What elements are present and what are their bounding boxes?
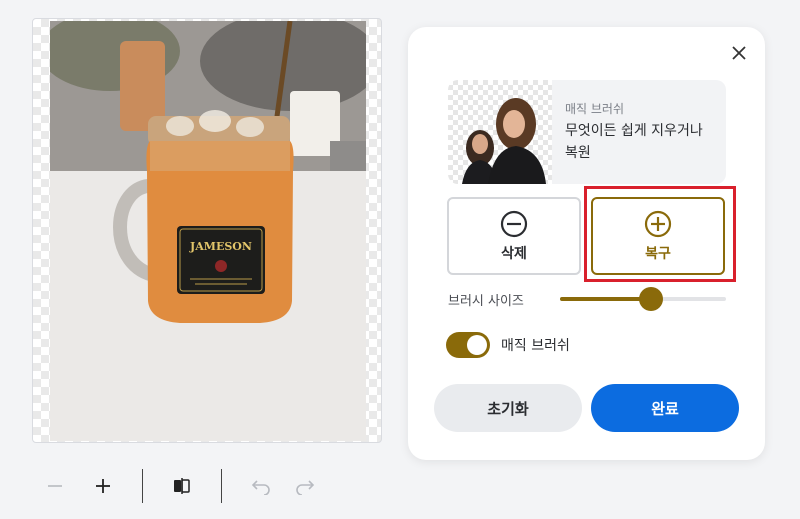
canvas-toolbar (36, 466, 376, 506)
image-canvas[interactable]: JAMESON (32, 18, 382, 443)
magic-brush-toggle-label: 매직 브러쉬 (501, 338, 570, 354)
magic-brush-toggle-row: 매직 브러쉬 (446, 332, 570, 358)
feature-thumbnail (448, 80, 552, 184)
delete-mode-label: 삭제 (501, 246, 527, 262)
slider-fill (560, 297, 652, 301)
toggle-knob (467, 335, 487, 355)
slider-thumb[interactable] (639, 287, 664, 311)
toolbar-divider (142, 469, 143, 503)
undo-icon[interactable] (242, 467, 280, 505)
redo-icon[interactable] (286, 467, 324, 505)
feature-title: 매직 브러쉬 (565, 102, 625, 116)
close-icon[interactable] (727, 41, 751, 65)
photo-illustration: JAMESON (50, 21, 366, 441)
toolbar-divider (221, 469, 222, 503)
svg-text:JAMESON: JAMESON (189, 240, 252, 253)
delete-mode-button[interactable]: 삭제 (447, 197, 581, 275)
plus-icon[interactable] (84, 467, 122, 505)
reset-button[interactable]: 초기화 (434, 384, 582, 432)
edited-photo[interactable]: JAMESON (50, 21, 366, 441)
highlight-box (584, 186, 736, 282)
magic-brush-toggle[interactable] (446, 332, 490, 358)
brush-size-label: 브러시 사이즈 (448, 294, 524, 309)
feature-card: 매직 브러쉬 무엇이든 쉽게 지우거나 복원 (448, 80, 726, 184)
brush-size-slider[interactable] (560, 287, 726, 311)
minus-icon[interactable] (36, 467, 74, 505)
compare-icon[interactable] (163, 467, 201, 505)
minus-circle-icon (500, 210, 528, 238)
done-button[interactable]: 완료 (591, 384, 739, 432)
feature-description: 무엇이든 쉽게 지우거나 복원 (565, 123, 703, 161)
